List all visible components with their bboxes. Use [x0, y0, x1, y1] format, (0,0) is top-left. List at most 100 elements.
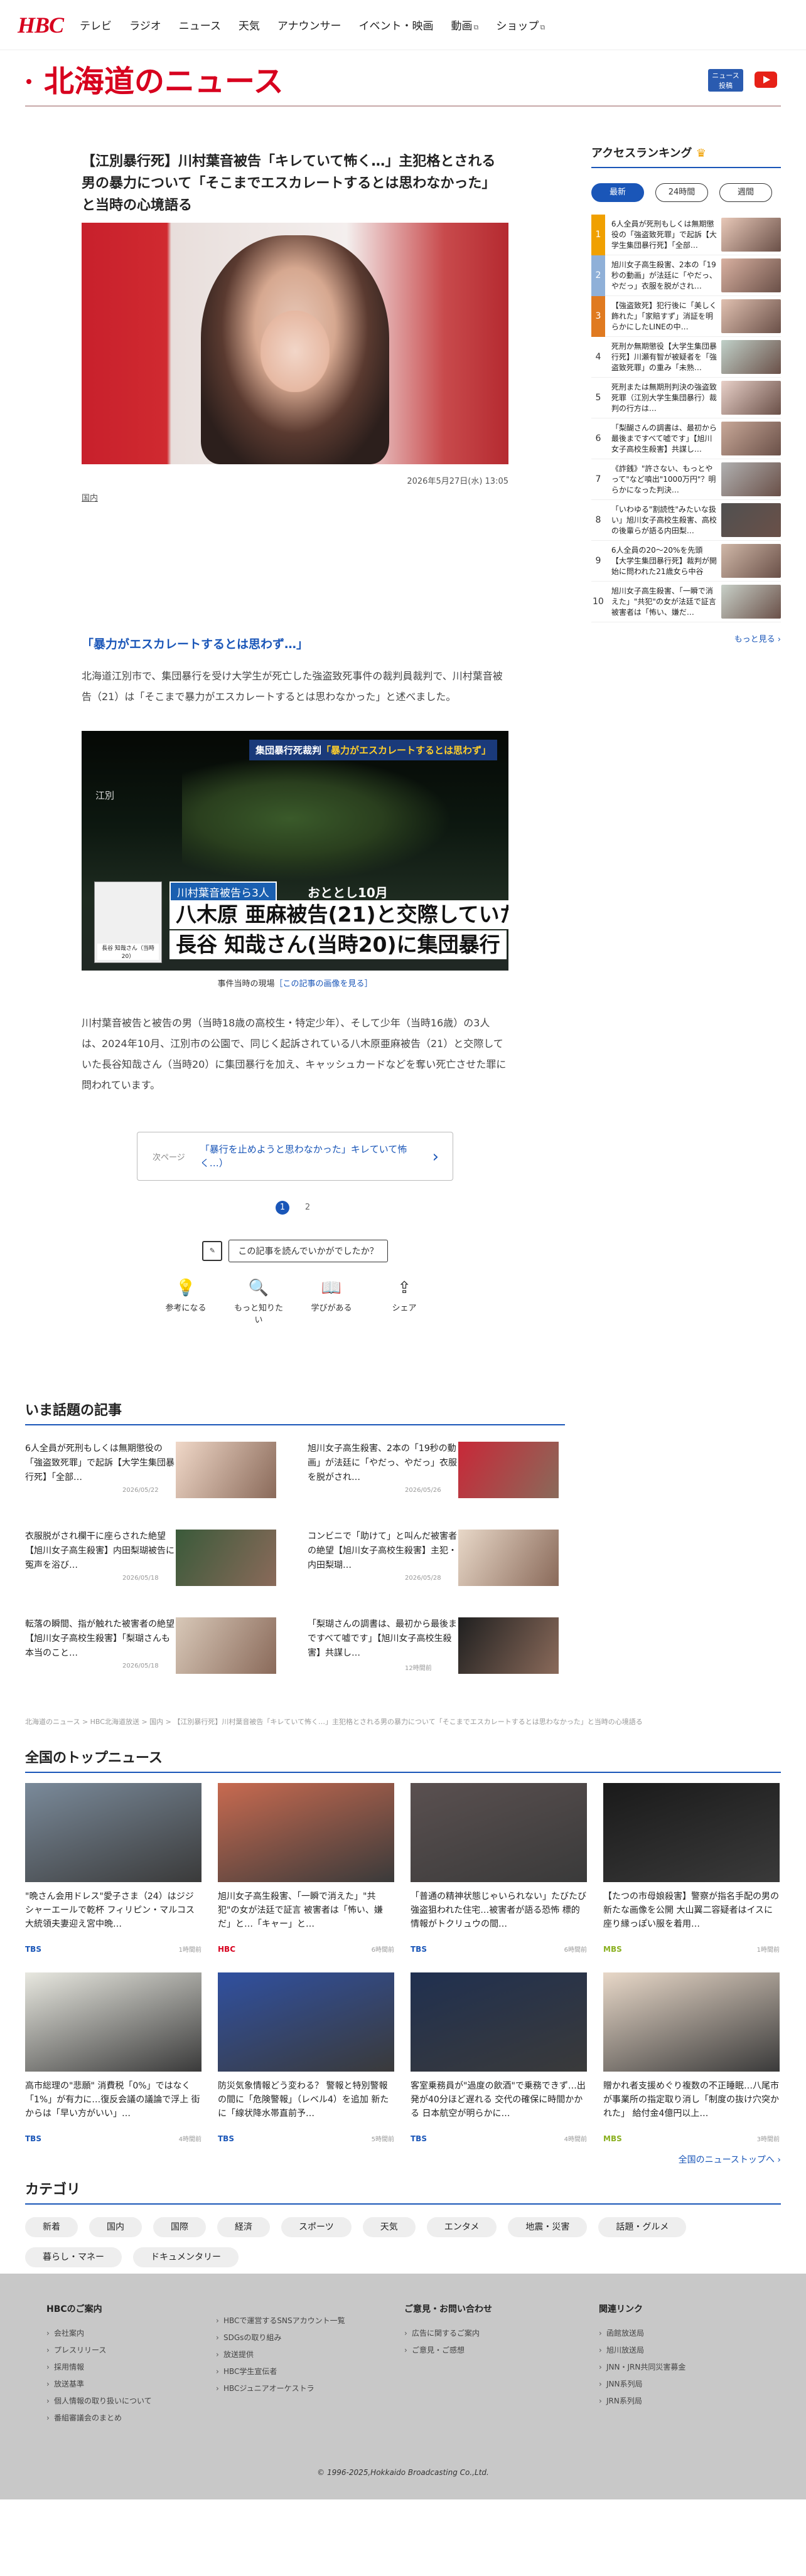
nav-item-label: アナウンサー — [277, 20, 341, 33]
ranking-item[interactable]: 10 旭川女子高生殺害、「一瞬で消えた」"共犯"の女が法廷で証言 被害者は「怖い、… — [591, 582, 781, 622]
footer-link[interactable]: HBCジュニアオーケストラ — [216, 2380, 404, 2397]
ranking-item[interactable]: 8 「いわゆる"割読性"みたいな扱い」旭川女子高校生殺害、高校の後輩らが語る内田梨… — [591, 500, 781, 541]
ranking-item[interactable]: 1 6人全員が死刑もしくは無期懲役の「強盗致死罪」で起訴【大学生集団暴行死】「全部… — [591, 214, 781, 255]
category-section: カテゴリ 新着 国内 国際 経済 スポーツ 天気 エンタメ 地震・災害 話題・グルメ 暮らし・マネ… — [25, 2178, 781, 2267]
national-news-title: 「普通の精神状態じゃいられない」たびたび強盗狙われた住宅…被害者が語る恐怖 標的… — [411, 1892, 586, 1929]
nav-item-6[interactable]: 動画 ⧉ — [451, 17, 479, 33]
reaction-label: 参考になる — [165, 1304, 207, 1313]
news-time: 5時間前 — [371, 2136, 394, 2143]
reaction-helpful[interactable]: 💡 参考になる — [161, 1279, 211, 1325]
footer-link[interactable]: 採用情報 — [46, 2359, 216, 2376]
photo-subject — [201, 235, 389, 464]
trending-item[interactable]: 6人全員が死刑もしくは無期懲役の「強盗致死罪」で起訴【大学生集団暴行死】「全部…… — [25, 1442, 276, 1498]
category-chip[interactable]: 話題・グルメ — [598, 2217, 687, 2237]
category-chip[interactable]: スポーツ — [281, 2217, 352, 2237]
page-1-button[interactable]: 1 — [276, 1201, 289, 1215]
ranking-item[interactable]: 3 【強盗致死】犯行後に「美しく飾れた」「家賠すず」消証を明らかにしたLINEの中… — [591, 295, 781, 337]
national-more-link[interactable]: 全国のニューストップへ › — [25, 2153, 781, 2166]
ranking-item-title: 死刑か無期懲役【大学生集団暴行死】川瀬有智が被疑者を「強盗致死罪」の重み「未熟… — [611, 341, 717, 372]
trending-articles: いま話題の記事 6人全員が死刑もしくは無期懲役の「強盗致死罪」で起訴【大学生集団… — [25, 1399, 565, 1674]
national-news-item[interactable]: 高市総理の"悲願" 消費税「0%」ではなく「1%」が有力に…復反会議の議論で浮上… — [25, 1972, 202, 2143]
ranking-more-link[interactable]: もっと見る › — [591, 632, 781, 644]
footer-link[interactable]: JRN系列局 — [599, 2393, 768, 2410]
national-news-item[interactable]: 客室乗務員が"過度の飲酒"で乗務できず…出発が40分ほど遅れる 交代の確保に時間… — [411, 1972, 587, 2143]
reaction-learn[interactable]: 📖 学びがある — [306, 1279, 357, 1325]
nav-item-4[interactable]: アナウンサー — [277, 17, 341, 33]
footer-link[interactable]: SDGsの取り組み — [216, 2329, 404, 2346]
category-chip[interactable]: エンタメ — [426, 2217, 497, 2237]
nav-item-5[interactable]: イベント・映画 — [359, 17, 434, 33]
nav-item-3[interactable]: 天気 — [239, 17, 260, 33]
nav-item-1[interactable]: ラジオ — [129, 17, 161, 33]
news-submit-button[interactable]: ニュース 投稿 — [708, 69, 743, 92]
ranking-thumbnail — [721, 218, 781, 252]
category-chip[interactable]: 国内 — [89, 2217, 142, 2237]
news-time: 3時間前 — [756, 2136, 780, 2143]
category-chip[interactable]: 天気 — [362, 2217, 416, 2237]
footer-link[interactable]: HBC学生宣伝者 — [216, 2363, 404, 2380]
news-time: 6時間前 — [564, 1947, 587, 1954]
trending-item[interactable]: 「梨瑚さんの調書は、最初から最後まですべて嘘です」【旭川女子高校生殺害】共謀し…… — [308, 1617, 559, 1674]
footer-link[interactable]: ご意見・ご感想 — [404, 2342, 599, 2359]
ranking-item-title: 「梨醐さんの調書は、最初から最後まですべて嘘です」【旭川女子高校生殺害】共謀し… — [611, 423, 717, 454]
footer-link[interactable]: HBCで運営するSNSアカウント一覧 — [216, 2313, 404, 2329]
nav-item-2[interactable]: ニュース — [179, 17, 221, 33]
trending-item-date: 12時間前 — [405, 1665, 432, 1672]
national-news-item[interactable]: "晩さん会用ドレス"愛子さま（24）はジジシャーエールで乾杯 フィリピン・マルコ… — [25, 1783, 202, 1954]
footer-link[interactable]: プレスリリース — [46, 2342, 216, 2359]
category-chip[interactable]: 国際 — [153, 2217, 206, 2237]
footer-link[interactable]: JNN・JRN共同災害募金 — [599, 2359, 768, 2376]
ranking-item[interactable]: 4 死刑か無期懲役【大学生集団暴行死】川瀬有智が被疑者を「強盗致死罪」の重み「未熟… — [591, 337, 781, 378]
nav-item-7[interactable]: ショップ ⧉ — [496, 17, 545, 33]
page-2-button[interactable]: 2 — [301, 1201, 314, 1215]
reaction-more[interactable]: 🔍 もっと知りたい — [234, 1279, 284, 1325]
article-category-link[interactable]: 国内 — [82, 491, 508, 503]
ranking-item[interactable]: 5 死刑または無期刑判決の強盗致死罪（江別大学生集団暴行）裁判の行方は… — [591, 378, 781, 418]
trending-thumbnail — [458, 1442, 559, 1498]
category-chip[interactable]: 新着 — [25, 2217, 78, 2237]
article-photo-2[interactable]: 集団暴行死裁判「暴力がエスカレートするとは思わず」 江別 長谷 知哉さん（当時2… — [82, 731, 508, 971]
category-chip[interactable]: ドキュメンタリー — [133, 2247, 239, 2267]
footer-link[interactable]: 広告に関するご案内 — [404, 2325, 599, 2342]
trending-item[interactable]: 旭川女子高生殺害、2本の「19秒の動画」が法廷に「やだっ、やだっ」衣服を脱がされ… — [308, 1442, 559, 1498]
footer-link[interactable]: 放送基準 — [46, 2376, 216, 2393]
national-news-item[interactable]: 防災気象情報どう変わる？ 警報と特別警報の間に「危険警報」（レベル4）を追加 新… — [218, 1972, 394, 2143]
national-news-item[interactable]: 旭川女子高生殺害、「一瞬で消えた」"共犯"の女が法廷で証言 被害者は「怖い、嫌だ… — [218, 1783, 394, 1954]
national-news-item[interactable]: 【たつの市母娘殺害】警察が指名手配の男の新たな画像を公開 大山翼二容疑者はイスに… — [603, 1783, 780, 1954]
category-chip[interactable]: 暮らし・マネー — [25, 2247, 122, 2267]
footer-link[interactable]: 函館放送局 — [599, 2325, 768, 2342]
ranking-item[interactable]: 6 「梨醐さんの調書は、最初から最後まですべて嘘です」【旭川女子高校生殺害】共謀し… — [591, 418, 781, 459]
feedback-question: この記事を読んでいかがでしたか？ — [228, 1240, 388, 1262]
hbc-logo[interactable]: HBC — [18, 12, 64, 38]
ranking-item[interactable]: 9 6人全員の20〜20%を先頭【大学生集団暴行死】裁判が開始に問われた21歳女ら… — [591, 541, 781, 582]
category-chip[interactable]: 地震・災害 — [508, 2217, 588, 2237]
trending-item[interactable]: 衣服脱がされ欄干に座らされた絶望【旭川女子高生殺害】内田梨瑚被告に冤声を浴び… 2… — [25, 1530, 276, 1586]
tab-weekly[interactable]: 週間 — [719, 183, 772, 202]
trending-item[interactable]: コンビニで「助けて」と叫んだ被害者の絶望【旭川女子高校生殺害】主犯・内田梨瑚… 2… — [308, 1530, 559, 1586]
national-news-item[interactable]: 贈かれ者支援めぐり複数の不正睡眠…八尾市が事業所の指定取り消し「制度の抜け穴突か… — [603, 1972, 780, 2143]
footer-link[interactable]: 会社案内 — [46, 2325, 216, 2342]
trending-item[interactable]: 転落の瞬間、指が触れた被害者の絶望【旭川女子高校生殺害】「梨瑚さんも本当のこと…… — [25, 1617, 276, 1674]
caption-image-link[interactable]: ［この記事の画像を見る］ — [275, 979, 373, 989]
footer-link[interactable]: 番組審議会のまとめ — [46, 2410, 216, 2427]
breadcrumb[interactable]: 北海道のニュース > HBC北海道放送 > 国内 > 【江別暴行死】川村葉音被告… — [25, 1716, 781, 1727]
ranking-item[interactable]: 7 《詐銭》"許さない、もっとやって"など噴出"1000万円"？明らかになった判決… — [591, 459, 781, 500]
next-page-button[interactable]: 次ページ 「暴行を止めようと思わなかった」キレていて怖く…） › — [137, 1132, 453, 1181]
tab-24h[interactable]: 24時間 — [655, 183, 708, 202]
ranking-item[interactable]: 2 旭川女子高生殺害、2本の「19秒の動画」が法廷に「やだっ、やだっ」衣服を脱がさ… — [591, 255, 781, 296]
ranking-thumbnail — [721, 503, 781, 537]
tab-latest[interactable]: 最新 — [591, 183, 644, 202]
trending-title: いま話題の記事 — [25, 1399, 565, 1425]
youtube-icon[interactable] — [755, 72, 777, 88]
share-button[interactable]: ⇪ シェア — [379, 1279, 429, 1325]
footer-link[interactable]: 放送提供 — [216, 2346, 404, 2363]
footer-link[interactable]: 旭川放送局 — [599, 2342, 768, 2359]
national-news-item[interactable]: 「普通の精神状態じゃいられない」たびたび強盗狙われた住宅…被害者が語る恐怖 標的… — [411, 1783, 587, 1954]
ranking-thumbnail — [721, 422, 781, 455]
article-photo[interactable] — [82, 223, 508, 464]
nav-item-0[interactable]: テレビ — [80, 17, 112, 33]
ranking-number: 9 — [595, 555, 601, 566]
footer-link[interactable]: JNN系列局 — [599, 2376, 768, 2393]
category-chip[interactable]: 経済 — [217, 2217, 270, 2237]
footer-link[interactable]: 個人情報の取り扱いについて — [46, 2393, 216, 2410]
